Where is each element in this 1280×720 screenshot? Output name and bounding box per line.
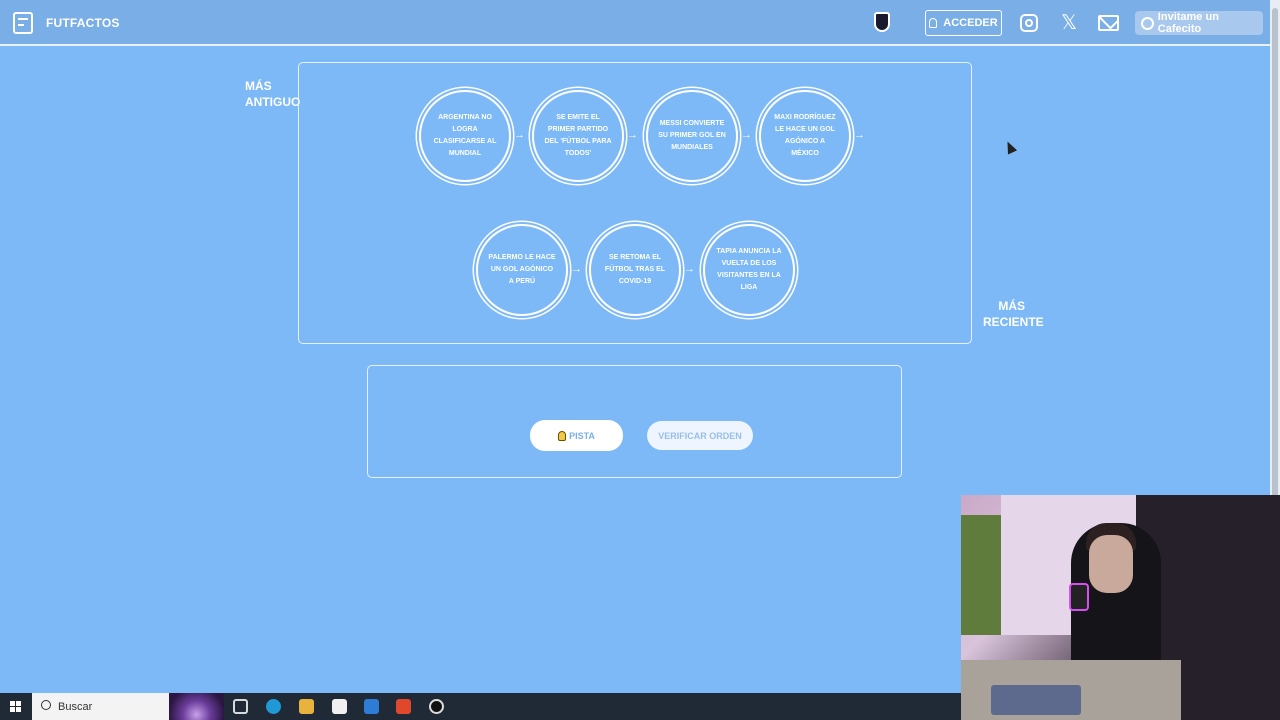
answer-dropzone[interactable] [367,365,902,478]
webcam-microphone [1069,583,1089,611]
timeline-event[interactable]: Se retoma el fútbol tras el COVID-19 [589,224,681,316]
timeline-event[interactable]: Messi convierte su primer gol en Mundial… [646,90,738,182]
webcam-overlay [961,495,1280,720]
windows-icon[interactable] [10,701,21,712]
mouse-cursor-icon [1002,139,1018,155]
arrow-icon: → [741,129,752,141]
user-icon [929,18,938,28]
newest-label-line1: MÁS [998,299,1025,313]
logo-icon[interactable] [13,12,33,34]
cafecito-label: Invitame un Cafecito [1157,11,1219,35]
taskbar-search-placeholder: Buscar [58,700,93,713]
webcam-keyboard [991,685,1081,715]
obs-icon[interactable] [429,699,444,714]
hint-label: PISTA [569,430,595,441]
timeline-event[interactable]: Argentina no logra clasificarse al Mundi… [419,90,511,182]
webcam-plants [961,515,1001,635]
oldest-label-line2: ANTIGUO [245,95,301,109]
edge-icon[interactable] [266,699,281,714]
timeline-event[interactable]: Maxi Rodríguez le hace un gol agónico a … [759,90,851,182]
arrow-icon: → [684,263,695,275]
webcam-face [1089,535,1133,593]
verify-order-button[interactable]: VERIFICAR ORDEN [647,421,753,450]
top-navbar: FUTFACTOS ACCEDER 𝕏 Invitame un Cafecito [0,0,1270,46]
brave-icon[interactable] [396,699,411,714]
login-label: ACCEDER [943,17,998,29]
os-taskbar: Buscar [0,693,961,720]
club-shield-icon[interactable] [874,12,890,32]
arrow-icon: → [514,129,525,141]
oldest-label-line1: MÁS [245,79,272,93]
timeline-event[interactable]: Palermo le hace un gol agónico a Perú [476,224,568,316]
cafecito-button[interactable]: Invitame un Cafecito [1135,11,1263,35]
instagram-icon[interactable] [1020,14,1038,32]
arrow-icon: → [627,129,638,141]
coffee-icon [1141,16,1154,30]
lightbulb-icon [558,430,567,441]
timeline-event[interactable]: Tapia anuncia la vuelta de los visitante… [703,224,795,316]
file-explorer-icon[interactable] [299,699,314,714]
search-icon [41,700,51,710]
mail-icon[interactable] [1098,15,1119,31]
brand-name[interactable]: FUTFACTOS [46,16,120,30]
taskbar-search[interactable]: Buscar [32,693,224,720]
newest-label: MÁS RECIENTE [983,298,1044,330]
outlook-icon[interactable] [364,699,379,714]
login-button[interactable]: ACCEDER [925,10,1002,36]
search-highlight-art [169,693,224,720]
timeline-event[interactable]: Se emite el primer partido del 'Fútbol p… [532,90,624,182]
hint-button[interactable]: PISTA [530,420,623,451]
oldest-label: MÁS ANTIGUO [245,78,300,110]
task-view-icon[interactable] [233,699,248,714]
arrow-icon: → [854,129,865,141]
arrow-icon: → [571,263,582,275]
store-icon[interactable] [332,699,347,714]
newest-label-line2: RECIENTE [983,315,1044,329]
x-icon[interactable]: 𝕏 [1060,13,1078,33]
